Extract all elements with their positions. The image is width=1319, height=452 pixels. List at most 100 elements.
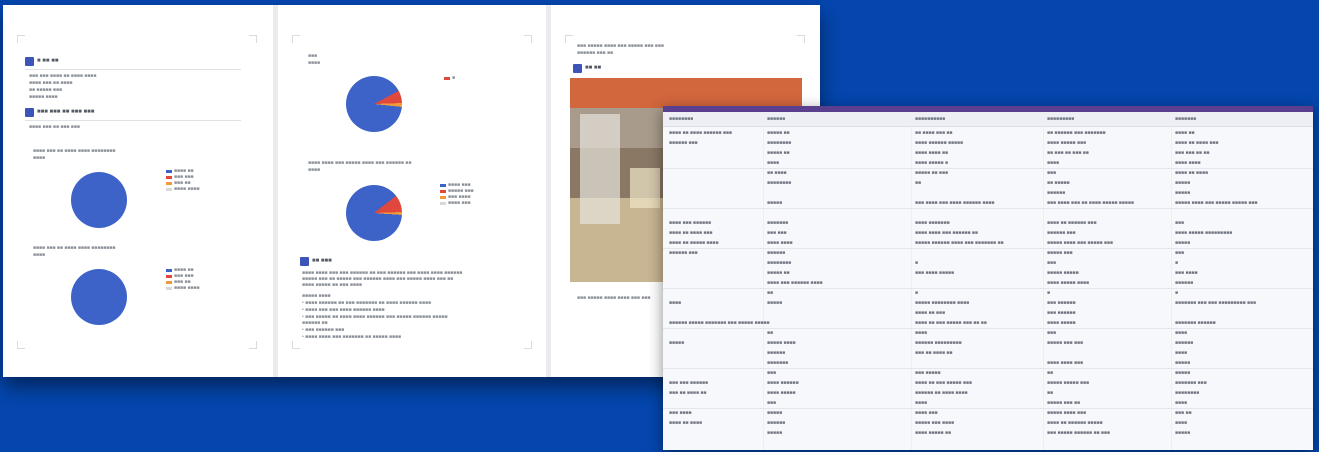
table-cell[interactable]: ■■■■ ■■ ■■■■ [669,420,702,426]
table-cell[interactable]: ■■■■ ■■■■■■■ [915,220,950,226]
table-cell[interactable]: ■■■■■■■■ [767,260,791,266]
table-cell[interactable]: ■■■■ ■■■■ ■■■ ■■■■■■ ■■ [915,230,978,236]
table-cell[interactable]: ■■■■ ■■ [1175,130,1195,136]
table-cell[interactable]: ■■■■■■■ [767,220,788,226]
table-cell[interactable]: ■■■■ ■■■■■■ [767,380,799,386]
table-cell[interactable]: ■■■■■ ■■■ [1047,250,1073,256]
table-cell[interactable]: ■■■■■■■■ [767,180,791,186]
table-cell[interactable]: ■■■ ■■■■■■ [1047,310,1076,316]
table-cell[interactable]: ■■■■ ■■ ■■■■ [1175,170,1208,176]
table-cell[interactable]: ■■■■■■ ■■■ [669,250,698,256]
table-cell[interactable]: ■■■ [1047,330,1056,336]
table-cell[interactable]: ■■■■■ ■■■■ ■■■ [1047,410,1086,416]
table-cell[interactable]: ■■■ [767,370,776,376]
table-cell[interactable]: ■■■■ ■■ ■■■ [915,310,945,316]
table-cell[interactable]: ■■■■■ [1175,430,1190,436]
table-cell[interactable]: ■■■■■ ■■■■ ■■■ ■■■■■ ■■■ [1047,240,1113,246]
table-cell[interactable]: ■■■■■ ■■■ ■■ [1047,400,1080,406]
table-cell[interactable]: ■ [1175,260,1178,266]
table-cell[interactable]: ■■■■■ [1175,180,1190,186]
table-cell[interactable]: ■■ ■■■■ ■■■ ■■ [915,130,952,136]
table-cell[interactable]: ■■■■■ [767,200,782,206]
table-cell[interactable]: ■■■■ ■■■■■ ■■■ [1047,140,1086,146]
table-cell[interactable]: ■ [1175,290,1178,296]
table-cell[interactable]: ■■■■ [915,400,927,406]
table-cell[interactable]: ■■■■■■■ ■■■■■■ [1175,320,1216,326]
table-cell[interactable]: ■■■ ■■ ■■■■ ■■ [669,390,706,396]
table-cell[interactable]: ■■■ ■■■■■ [915,370,941,376]
table-cell[interactable]: ■■■■ ■■■■■ ■■ [915,430,951,436]
table-cell[interactable]: ■■■■ ■■■■■ ■■■■ [1047,280,1089,286]
table-cell[interactable]: ■■■■■ [1175,360,1190,366]
table-cell[interactable]: ■■■■ ■■■ ■■■■■■ [669,220,711,226]
spreadsheet-window[interactable]: ■■■■■■■■ ■■■■■■ ■■■■■■■■■■ ■■■■■■■■■ ■■■… [663,106,1313,450]
table-cell[interactable]: ■■ ■■■ ■■ ■■■ ■■ [1047,150,1089,156]
table-cell[interactable]: ■■ [767,330,773,336]
table-cell[interactable]: ■■■ ■■■■ [1175,270,1198,276]
table-cell[interactable]: ■■■■■■■■ [1175,390,1199,396]
table-cell[interactable]: ■■■■■■ [767,420,785,426]
table-cell[interactable]: ■■■ ■■■ ■■ ■■ [1175,150,1209,156]
table-cell[interactable]: ■■■■ ■■■■■■ ■■■■■ [915,140,963,146]
table-cell[interactable]: ■■■■■■■ ■■■ [1175,380,1207,386]
column-header[interactable]: ■■■■■■■■■■ [915,116,945,122]
table-cell[interactable]: ■■■■■ ■■ [767,130,790,136]
table-cell[interactable]: ■■■■■ ■■■■■ ■■■ [1047,380,1089,386]
table-cell[interactable]: ■■■ ■■■■ ■■■ ■■ ■■■■ ■■■■■ ■■■■■ [1047,200,1134,206]
table-cell[interactable]: ■■■ [767,400,776,406]
table-cell[interactable]: ■■■ ■■■■ [669,410,692,416]
table-cell[interactable]: ■■■■■ ■■■■■ [1047,270,1079,276]
table-cell[interactable]: ■ [915,260,918,266]
table-cell[interactable]: ■■■■ [767,160,779,166]
table-cell[interactable]: ■■■■■■ ■■■■■■■■■ [915,340,962,346]
table-cell[interactable]: ■■ [767,290,773,296]
table-cell[interactable]: ■■■■ ■■■■■ ■■■■■■■■■ [1175,230,1232,236]
table-cell[interactable]: ■■■■■ ■■■■ [767,340,796,346]
table-cell[interactable]: ■■■■■■ ■■■ [669,140,698,146]
table-cell[interactable]: ■■■■■ [1175,370,1190,376]
table-cell[interactable]: ■■ [1047,390,1053,396]
table-cell[interactable]: ■■■■■ [767,300,782,306]
table-cell[interactable]: ■■■ ■■ [1175,410,1192,416]
table-cell[interactable]: ■■ ■■■■■ [1047,180,1070,186]
table-cell[interactable]: ■■■■ ■■ ■■■■ ■■■ [1175,140,1218,146]
table-cell[interactable]: ■■■■ ■■■■■ [1047,320,1076,326]
table-cell[interactable]: ■■■■■ ■■ [767,270,790,276]
table-cell[interactable]: ■■■■■■ ■■■ [1047,230,1076,236]
table-cell[interactable]: ■■■■ ■■ ■■■■■ ■■■■ [669,240,718,246]
table-cell[interactable]: ■■■■ ■■■■ ■■ [915,150,948,156]
table-cell[interactable]: ■■■ [1175,220,1184,226]
table-cell[interactable]: ■■■■ [1047,160,1059,166]
table-cell[interactable]: ■■■■■■ ■■■■■ ■■■■■■■ ■■■ ■■■■■ ■■■■■ [669,320,770,326]
column-header[interactable]: ■■■■■■■■■ [1047,116,1074,122]
table-cell[interactable]: ■■■■ ■■ ■■■■ ■■■■■■ ■■■ [669,130,732,136]
table-cell[interactable]: ■■■■ [1175,420,1187,426]
table-cell[interactable]: ■■■ [1175,250,1184,256]
table-cell[interactable]: ■■■■■ ■■ [767,150,790,156]
table-cell[interactable]: ■■■■■ ■■■ ■■■ [1047,340,1083,346]
table-cell[interactable]: ■■■■■■ ■■ ■■■■ ■■■■ [915,390,968,396]
table-cell[interactable]: ■■■■ ■■■■■ ■ [915,160,948,166]
table-cell[interactable]: ■■■ [1047,170,1056,176]
column-header[interactable]: ■■■■■■■■ [669,116,693,122]
table-cell[interactable]: ■■■■■ [767,430,782,436]
table-cell[interactable]: ■■ ■■■■■■ ■■■ ■■■■■■■ [1047,130,1106,136]
table-cell[interactable]: ■■■ ■■■■ ■■■ ■■■■ ■■■■■■ ■■■■ [915,200,994,206]
table-cell[interactable]: ■■■■ ■■■■ [767,240,793,246]
column-header[interactable]: ■■■■■■ [767,116,785,122]
table-cell[interactable]: ■■■■ ■■■■ ■■■ [1047,360,1083,366]
table-cell[interactable]: ■■■■ ■■■■ [1175,160,1201,166]
table-cell[interactable]: ■■■■■ ■■ ■■■ [915,170,948,176]
table-cell[interactable]: ■■■■ ■■ ■■■■■■ ■■■ [1047,220,1096,226]
table-cell[interactable]: ■■■■■ [669,340,684,346]
table-cell[interactable]: ■■■■■■ [1047,190,1065,196]
table-cell[interactable]: ■ [915,290,918,296]
table-cell[interactable]: ■■■ ■■■ ■■■■■■ [669,380,708,386]
table-cell[interactable]: ■■■■■ ■■■■■■■■ ■■■■ [915,300,969,306]
table-cell[interactable]: ■■■■■ [1175,240,1190,246]
table-cell[interactable]: ■■■■■■■■ [767,140,791,146]
table-cell[interactable]: ■■■■ [1175,350,1187,356]
table-cell[interactable]: ■■ ■■■■ [767,170,787,176]
table-cell[interactable]: ■■■ ■■■■■■ [1047,300,1076,306]
table-cell[interactable]: ■■■ ■■ ■■■■ ■■ [915,350,952,356]
